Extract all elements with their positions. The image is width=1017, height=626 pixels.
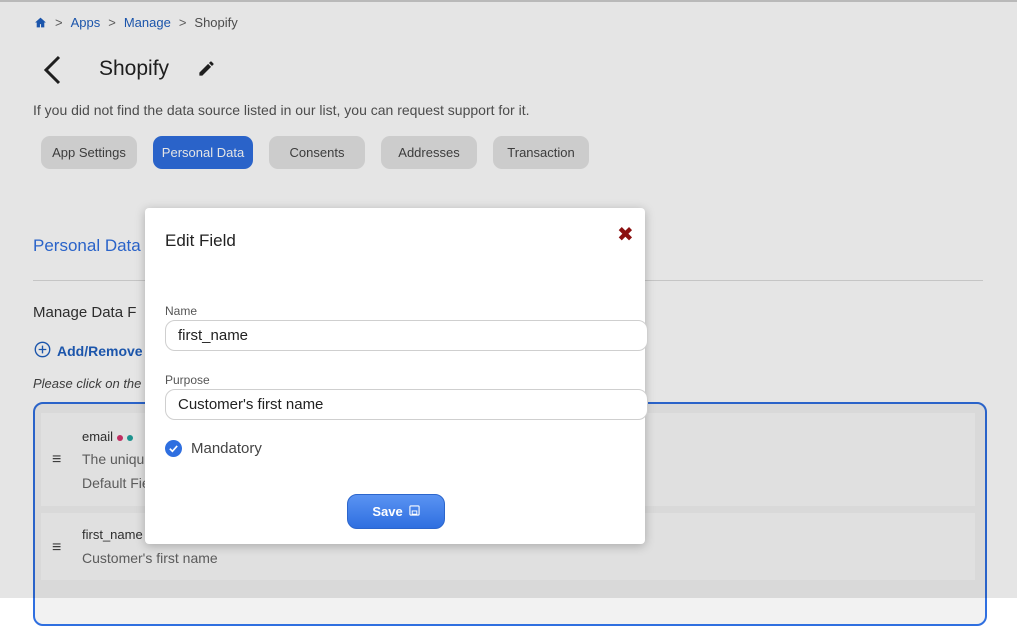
dialog-title: Edit Field [165, 231, 236, 250]
purpose-input[interactable] [165, 389, 648, 420]
save-label: Save [372, 504, 403, 519]
mandatory-checkbox[interactable] [165, 440, 182, 457]
floppy-disk-icon [409, 504, 420, 519]
mandatory-label: Mandatory [191, 440, 262, 457]
save-button[interactable]: Save [347, 494, 445, 529]
purpose-label: Purpose [165, 373, 210, 387]
check-icon [169, 445, 178, 453]
mandatory-checkbox-row: Mandatory [165, 440, 262, 457]
name-label: Name [165, 304, 198, 318]
name-input[interactable] [165, 320, 648, 351]
edit-field-dialog: Edit Field ✖ Name Purpose Mandatory Save [145, 208, 648, 544]
close-icon[interactable]: ✖ [617, 222, 634, 247]
